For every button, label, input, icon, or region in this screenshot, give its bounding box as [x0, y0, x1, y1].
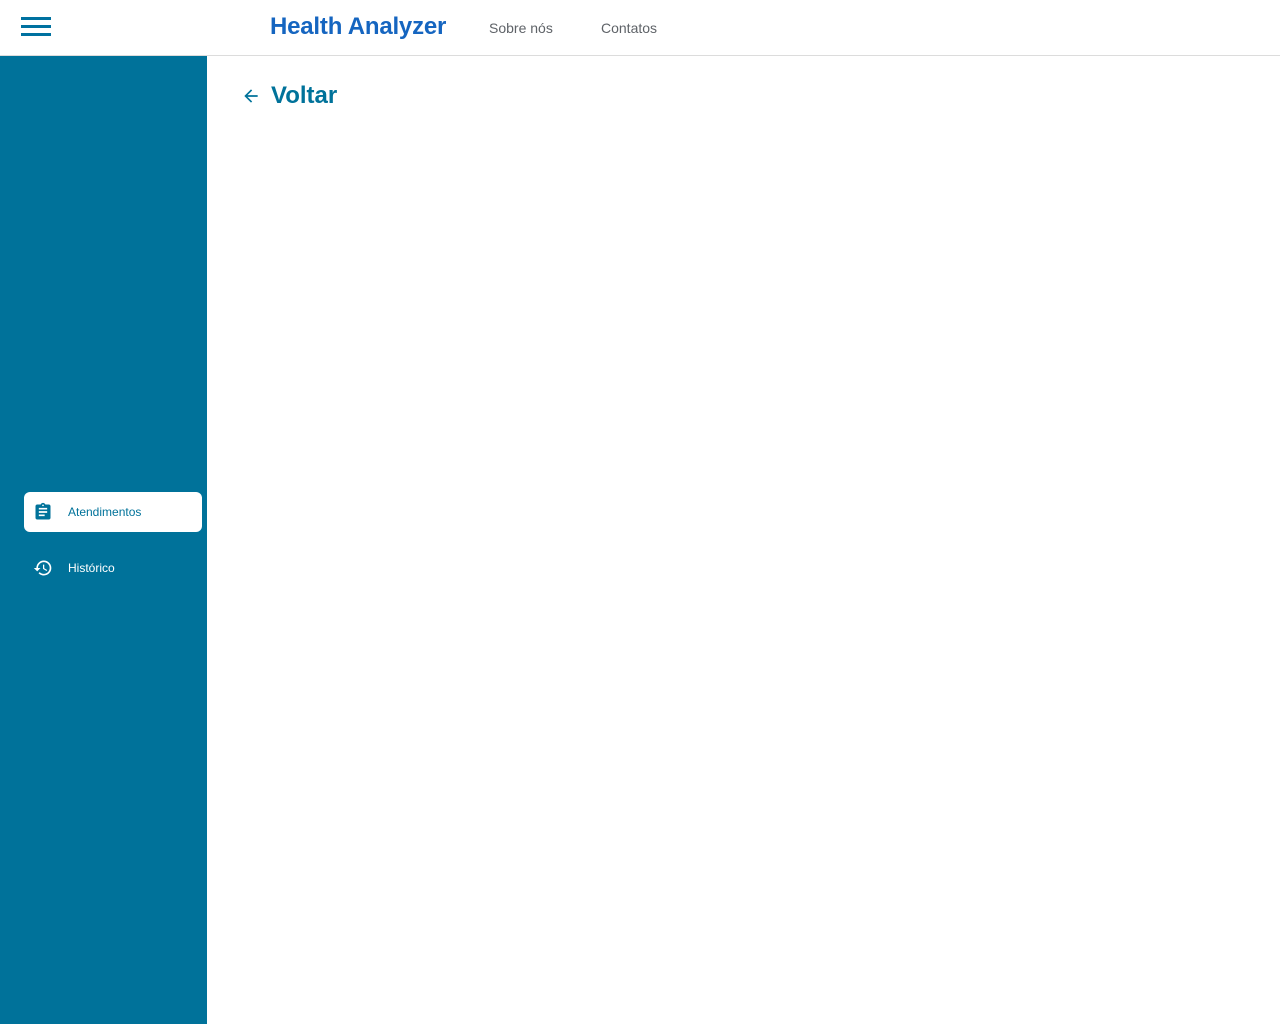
top-bar: Health Analyzer Sobre nós Contatos: [0, 0, 1280, 56]
history-icon: [33, 560, 52, 576]
nav-link-about[interactable]: Sobre nós: [489, 20, 553, 36]
brand-title[interactable]: Health Analyzer: [270, 13, 446, 41]
sidebar-item-label: Atendimentos: [68, 505, 142, 519]
back-label: Voltar: [271, 82, 338, 109]
sidebar-item-atendimentos[interactable]: Atendimentos: [24, 492, 202, 532]
sidebar: Atendimentos Histórico: [0, 56, 207, 1024]
sidebar-item-label: Histórico: [68, 561, 115, 575]
arrow-left-icon: [244, 89, 258, 103]
nav-link-contacts[interactable]: Contatos: [601, 20, 657, 36]
clipboard-icon: [35, 502, 51, 520]
hamburger-menu-icon[interactable]: [20, 16, 52, 40]
sidebar-item-historico[interactable]: Histórico: [24, 548, 202, 588]
